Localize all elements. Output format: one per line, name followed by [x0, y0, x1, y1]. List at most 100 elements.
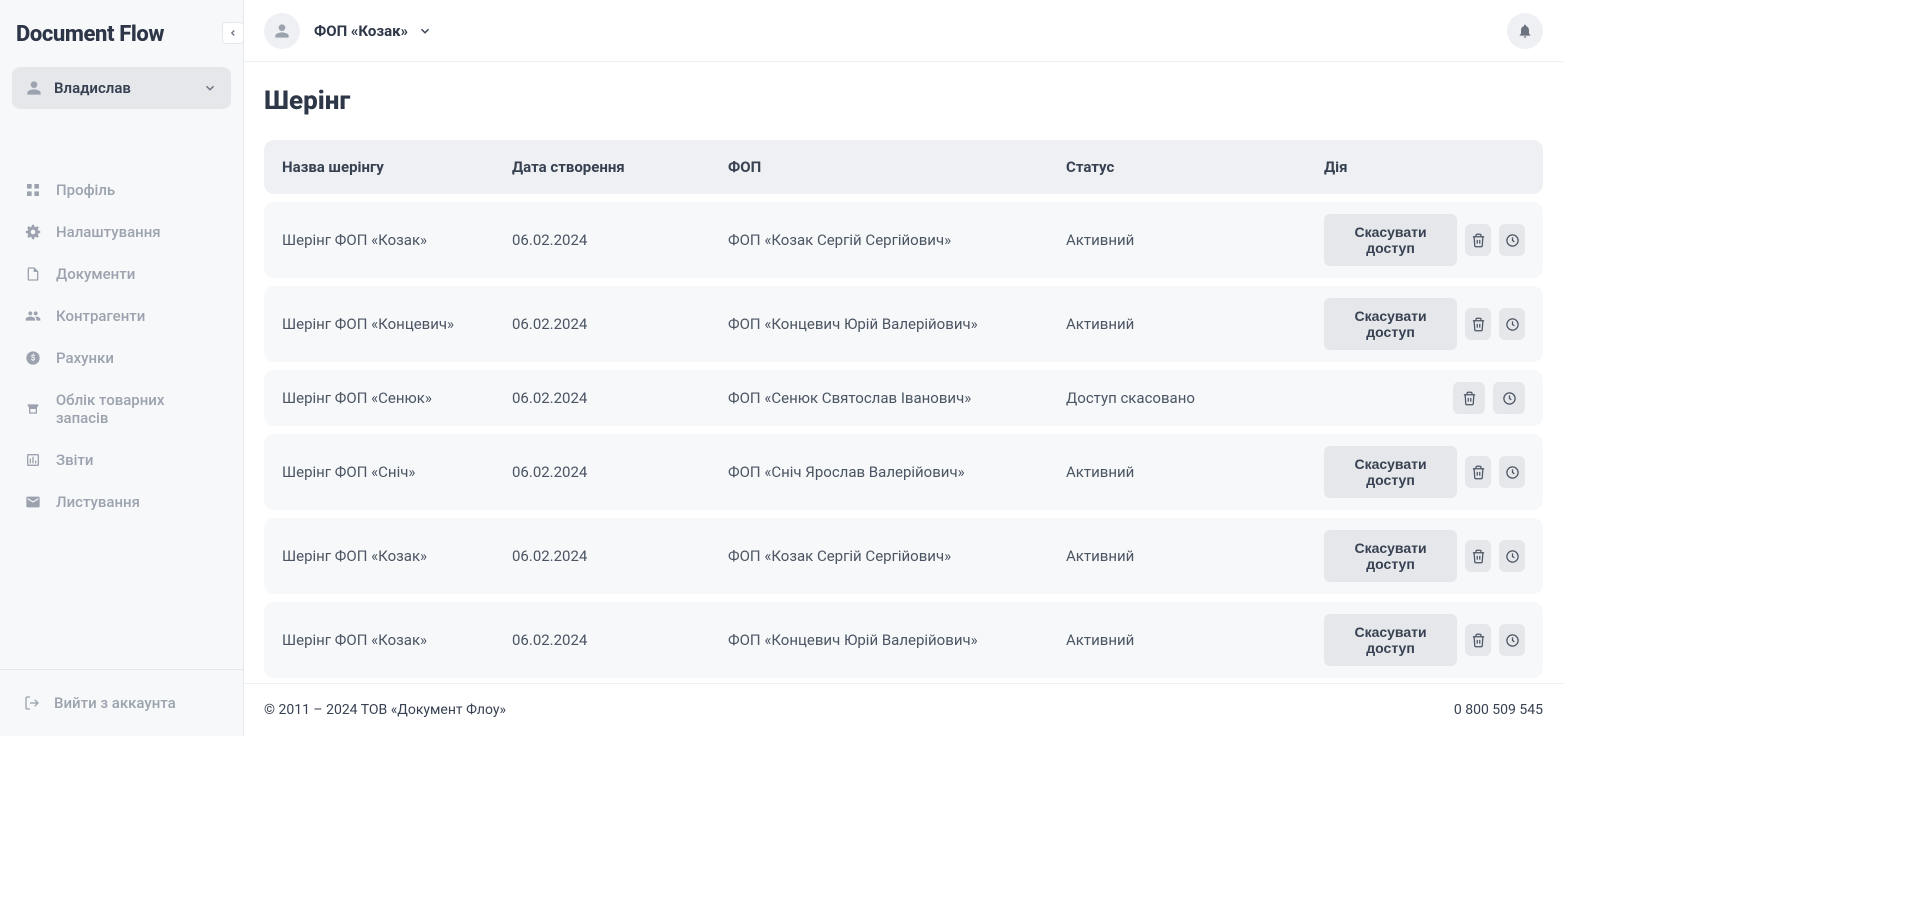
- delete-button[interactable]: [1453, 382, 1485, 414]
- table-row: Шерінг ФОП «Козак»06.02.2024ФОП «Козак С…: [264, 202, 1543, 278]
- cell-date: 06.02.2024: [512, 389, 728, 407]
- logout-label: Вийти з аккаунта: [54, 694, 176, 712]
- cell-name: Шерінг ФОП «Козак»: [282, 231, 512, 249]
- row-actions: Скасувати доступ: [1324, 446, 1525, 498]
- delete-button[interactable]: [1465, 224, 1491, 256]
- nav-contractors[interactable]: Контрагенти: [0, 295, 243, 337]
- table-row: Шерінг ФОП «Козак»06.02.2024ФОП «Концеви…: [264, 602, 1543, 678]
- users-icon: [24, 308, 42, 324]
- table-header: Назва шерінгу Дата створення ФОП Статус …: [264, 140, 1543, 194]
- cell-status: Доступ скасовано: [1066, 389, 1324, 407]
- trash-icon: [1471, 633, 1486, 648]
- user-name: Владислав: [54, 79, 191, 97]
- nav-label: Листування: [56, 493, 140, 511]
- col-status: Статус: [1066, 158, 1324, 176]
- logout-button[interactable]: Вийти з аккаунта: [0, 686, 243, 720]
- user-icon: [274, 23, 290, 39]
- grid-icon: [24, 182, 42, 198]
- cell-date: 06.02.2024: [512, 463, 728, 481]
- delete-button[interactable]: [1465, 308, 1491, 340]
- cell-fop: ФОП «Сніч Ярослав Валерійович»: [728, 463, 1066, 481]
- nav-invoices[interactable]: $ Рахунки: [0, 337, 243, 379]
- cell-fop: ФОП «Сенюк Святослав Іванович»: [728, 389, 1066, 407]
- cell-date: 06.02.2024: [512, 231, 728, 249]
- chevron-left-icon: [228, 28, 238, 38]
- sidebar-footer: Вийти з аккаунта: [0, 669, 243, 736]
- avatar-button[interactable]: [264, 13, 300, 49]
- table-row: Шерінг ФОП «Сніч»06.02.2024ФОП «Сніч Яро…: [264, 434, 1543, 510]
- user-dropdown[interactable]: Владислав: [12, 67, 231, 109]
- nav-label: Налаштування: [56, 223, 161, 241]
- table-body: Шерінг ФОП «Козак»06.02.2024ФОП «Козак С…: [264, 202, 1543, 683]
- cell-date: 06.02.2024: [512, 315, 728, 333]
- history-button[interactable]: [1499, 224, 1525, 256]
- sidebar-collapse-button[interactable]: [222, 22, 244, 44]
- nav-profile[interactable]: Профіль: [0, 169, 243, 211]
- chevron-down-icon: [418, 24, 432, 38]
- trash-icon: [1471, 549, 1486, 564]
- org-dropdown[interactable]: ФОП «Козак»: [314, 22, 432, 40]
- col-name: Назва шерінгу: [282, 158, 512, 176]
- history-button[interactable]: [1499, 308, 1525, 340]
- cell-status: Активний: [1066, 315, 1324, 333]
- history-button[interactable]: [1499, 624, 1525, 656]
- topbar: ФОП «Козак»: [244, 0, 1563, 62]
- delete-button[interactable]: [1465, 624, 1491, 656]
- table-row: Шерінг ФОП «Козак»06.02.2024ФОП «Козак С…: [264, 518, 1543, 594]
- nav-settings[interactable]: Налаштування: [0, 211, 243, 253]
- clock-icon: [1505, 633, 1520, 648]
- bell-icon: [1517, 23, 1533, 39]
- main: ФОП «Козак» Шерінг Назва шерінгу Дата ст…: [244, 0, 1563, 736]
- gear-icon: [24, 224, 42, 240]
- delete-button[interactable]: [1465, 540, 1491, 572]
- nav-label: Контрагенти: [56, 307, 145, 325]
- nav-label: Рахунки: [56, 349, 114, 367]
- nav-inventory[interactable]: Облік товарних запасів: [0, 379, 243, 439]
- cell-date: 06.02.2024: [512, 547, 728, 565]
- nav-messages[interactable]: Листування: [0, 481, 243, 523]
- revoke-button[interactable]: Скасувати доступ: [1324, 614, 1457, 666]
- table-row: Шерінг ФОП «Сенюк»06.02.2024ФОП «Сенюк С…: [264, 370, 1543, 426]
- phone: 0 800 509 545: [1454, 702, 1543, 718]
- cell-status: Активний: [1066, 631, 1324, 649]
- mail-icon: [24, 494, 42, 510]
- row-actions: Скасувати доступ: [1324, 614, 1525, 666]
- copyright: © 2011 – 2024 ТОВ «Документ Флоу»: [264, 702, 506, 718]
- row-actions: Скасувати доступ: [1324, 214, 1525, 266]
- row-actions: [1324, 382, 1525, 414]
- revoke-button[interactable]: Скасувати доступ: [1324, 298, 1457, 350]
- history-button[interactable]: [1493, 382, 1525, 414]
- page-title: Шерінг: [264, 86, 1543, 116]
- cell-status: Активний: [1066, 231, 1324, 249]
- history-button[interactable]: [1499, 540, 1525, 572]
- history-button[interactable]: [1499, 456, 1525, 488]
- revoke-button[interactable]: Скасувати доступ: [1324, 446, 1457, 498]
- org-name: ФОП «Козак»: [314, 22, 408, 40]
- table-row: Шерінг ФОП «Концевич»06.02.2024ФОП «Конц…: [264, 286, 1543, 362]
- user-icon: [26, 80, 42, 96]
- money-icon: $: [24, 350, 42, 366]
- content: Шерінг Назва шерінгу Дата створення ФОП …: [244, 62, 1563, 683]
- trash-icon: [1471, 233, 1486, 248]
- delete-button[interactable]: [1465, 456, 1491, 488]
- cell-fop: ФОП «Концевич Юрій Валерійович»: [728, 315, 1066, 333]
- nav-documents[interactable]: Документи: [0, 253, 243, 295]
- revoke-button[interactable]: Скасувати доступ: [1324, 530, 1457, 582]
- cell-fop: ФОП «Концевич Юрій Валерійович»: [728, 631, 1066, 649]
- svg-text:$: $: [31, 354, 36, 363]
- cell-fop: ФОП «Козак Сергій Сергійович»: [728, 547, 1066, 565]
- cell-name: Шерінг ФОП «Сніч»: [282, 463, 512, 481]
- notifications-button[interactable]: [1507, 13, 1543, 49]
- nav: Профіль Налаштування Документи Контраген…: [0, 129, 243, 669]
- cell-status: Активний: [1066, 547, 1324, 565]
- chevron-down-icon: [203, 81, 217, 95]
- col-action: Дія: [1324, 158, 1525, 176]
- cell-name: Шерінг ФОП «Концевич»: [282, 315, 512, 333]
- row-actions: Скасувати доступ: [1324, 530, 1525, 582]
- revoke-button[interactable]: Скасувати доступ: [1324, 214, 1457, 266]
- clock-icon: [1505, 233, 1520, 248]
- nav-label: Документи: [56, 265, 135, 283]
- nav-reports[interactable]: Звіти: [0, 439, 243, 481]
- trash-icon: [1471, 317, 1486, 332]
- clock-icon: [1502, 391, 1517, 406]
